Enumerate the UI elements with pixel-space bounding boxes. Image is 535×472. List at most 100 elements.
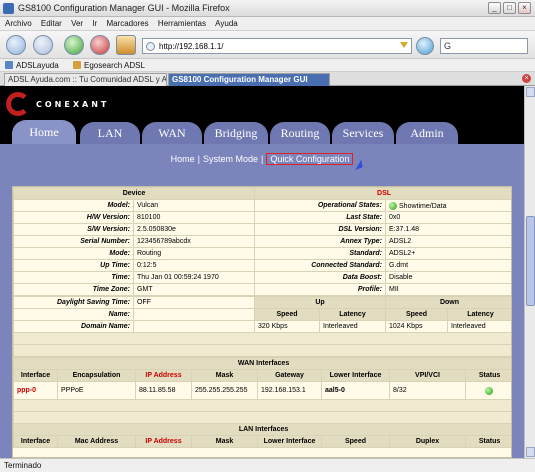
go-icon[interactable] <box>416 37 434 55</box>
bookmark-egosearch[interactable]: Egosearch ADSL <box>84 61 145 70</box>
bookmark-icon <box>5 61 13 69</box>
navigation-toolbar: http://192.168.1.1/ G <box>0 31 535 59</box>
device-value: 2.5.050830e <box>132 223 256 236</box>
lan-col: Interface <box>13 435 58 448</box>
device-value: Vulcan <box>132 199 256 212</box>
device-label: Serial Number: <box>13 235 134 248</box>
dsl-value: E:37.1.48 <box>385 223 511 236</box>
dsl-value: Showtime/Data <box>385 199 511 212</box>
latency-header: Latency <box>447 308 511 321</box>
scroll-up-icon[interactable] <box>526 87 535 97</box>
device-value: Thu Jan 01 00:59:24 1970 <box>132 271 256 284</box>
wan-ip-address: 88.11.85.58 <box>135 381 192 400</box>
device-value: Routing <box>132 247 256 260</box>
lan-col: Lower Interface <box>257 435 322 448</box>
menu-herramientas[interactable]: Herramientas <box>158 17 206 31</box>
device-value <box>133 308 255 321</box>
latency-header: Latency <box>319 308 386 321</box>
forward-icon[interactable] <box>33 35 53 55</box>
tab-bridging[interactable]: Bridging <box>204 122 268 144</box>
menu-ir[interactable]: Ir <box>92 17 97 31</box>
lan-title: LAN Interfaces <box>13 423 511 436</box>
wan-encapsulation: PPPoE <box>57 381 136 400</box>
tab-services[interactable]: Services <box>332 122 394 144</box>
wan-mask: 255.255.255.255 <box>191 381 258 400</box>
device-label: Model: <box>13 199 134 212</box>
device-label: Up Time: <box>13 259 134 272</box>
tab-admin[interactable]: Admin <box>396 122 458 144</box>
menu-archivo[interactable]: Archivo <box>5 17 32 31</box>
dsl-label: Last State: <box>254 211 387 224</box>
minimize-button[interactable]: _ <box>488 2 501 14</box>
dsl-label: Connected Standard: <box>254 259 387 272</box>
bookmark-adslayuda[interactable]: ADSLayuda <box>16 61 59 70</box>
tab-home[interactable]: Home <box>12 120 76 144</box>
status-green-icon <box>484 386 493 395</box>
up-speed: 320 Kbps <box>254 320 320 333</box>
search-input[interactable]: G <box>440 38 528 54</box>
dsl-value: MII <box>385 283 511 296</box>
device-value: GMT <box>132 283 256 296</box>
tab-routing[interactable]: Routing <box>270 122 330 144</box>
dsl-label: Standard: <box>254 247 387 260</box>
scroll-thumb[interactable] <box>526 216 535 306</box>
lan-col: Duplex <box>389 435 466 448</box>
speed-header: Speed <box>385 308 448 321</box>
device-value: OFF <box>133 296 255 309</box>
subnav-system-mode[interactable]: System Mode <box>203 154 258 164</box>
device-label: Time Zone: <box>13 283 134 296</box>
browser-tab[interactable]: ADSL Ayuda.com :: Tu Comunidad ADSL y A.… <box>4 73 167 86</box>
status-text: Terminado <box>4 461 42 470</box>
speed-header: Speed <box>254 308 320 321</box>
close-button[interactable]: × <box>518 2 531 14</box>
browser-tab-strip: ADSL Ayuda.com :: Tu Comunidad ADSL y A.… <box>0 72 535 86</box>
wan-col: VPI/VCI <box>389 369 466 382</box>
dsl-value: G.dmt <box>385 259 511 272</box>
device-label: Name: <box>13 308 134 321</box>
status-bar: Terminado <box>0 458 535 472</box>
browser-tab-active[interactable]: GS8100 Configuration Manager GUI <box>168 73 330 86</box>
device-value: 0:12:5 <box>132 259 256 272</box>
device-label: Domain Name: <box>13 320 134 333</box>
wan-status <box>464 381 511 400</box>
bookmark-icon <box>73 61 81 69</box>
device-header: Device <box>13 187 256 200</box>
menu-editar[interactable]: Editar <box>41 17 62 31</box>
url-text[interactable]: http://192.168.1.1/ <box>159 42 224 51</box>
home-icon[interactable] <box>116 35 136 55</box>
subnav-quick-configuration[interactable]: Quick Configuration <box>266 153 354 165</box>
rates-table: Daylight Saving Time: OFF Up Down Name: … <box>13 296 511 357</box>
menu-bar: Archivo Editar Ver Ir Marcadores Herrami… <box>0 17 535 31</box>
wan-col: Mask <box>191 369 258 382</box>
subnav: Home | System Mode | Quick Configuration <box>0 153 524 165</box>
tab-wan[interactable]: WAN <box>142 122 202 144</box>
close-tab-icon[interactable]: × <box>522 74 531 83</box>
tab-lan[interactable]: LAN <box>80 122 140 144</box>
scroll-down-icon[interactable] <box>526 447 535 457</box>
url-dropdown-icon[interactable] <box>400 42 408 48</box>
url-bar[interactable]: http://192.168.1.1/ <box>142 38 412 54</box>
device-value: 123456789abcdx <box>132 235 256 248</box>
conexant-logo-mark <box>6 92 30 116</box>
dsl-value: ADSL2 <box>385 235 511 248</box>
page-scrollbar[interactable] <box>524 86 535 458</box>
menu-ayuda[interactable]: Ayuda <box>215 17 238 31</box>
menu-marcadores[interactable]: Marcadores <box>106 17 148 31</box>
up-header: Up <box>254 296 386 309</box>
down-speed: 1024 Kbps <box>385 320 448 333</box>
dsl-value: Disable <box>385 271 511 284</box>
lan-col: Mac Address <box>57 435 136 448</box>
wan-interface[interactable]: ppp-0 <box>13 381 58 400</box>
stop-icon[interactable] <box>90 35 110 55</box>
wan-vpi-vci: 8/32 <box>389 381 466 400</box>
down-latency: Interleaved <box>447 320 511 333</box>
back-icon[interactable] <box>6 35 26 55</box>
lan-col: Mask <box>191 435 258 448</box>
reload-icon[interactable] <box>64 35 84 55</box>
subnav-home[interactable]: Home <box>171 154 195 164</box>
up-latency: Interleaved <box>319 320 386 333</box>
maximize-button[interactable]: □ <box>503 2 516 14</box>
menu-ver[interactable]: Ver <box>71 17 83 31</box>
wan-col: Status <box>464 369 511 382</box>
home-panel: Home | System Mode | Quick Configuration Dev… <box>0 144 524 458</box>
